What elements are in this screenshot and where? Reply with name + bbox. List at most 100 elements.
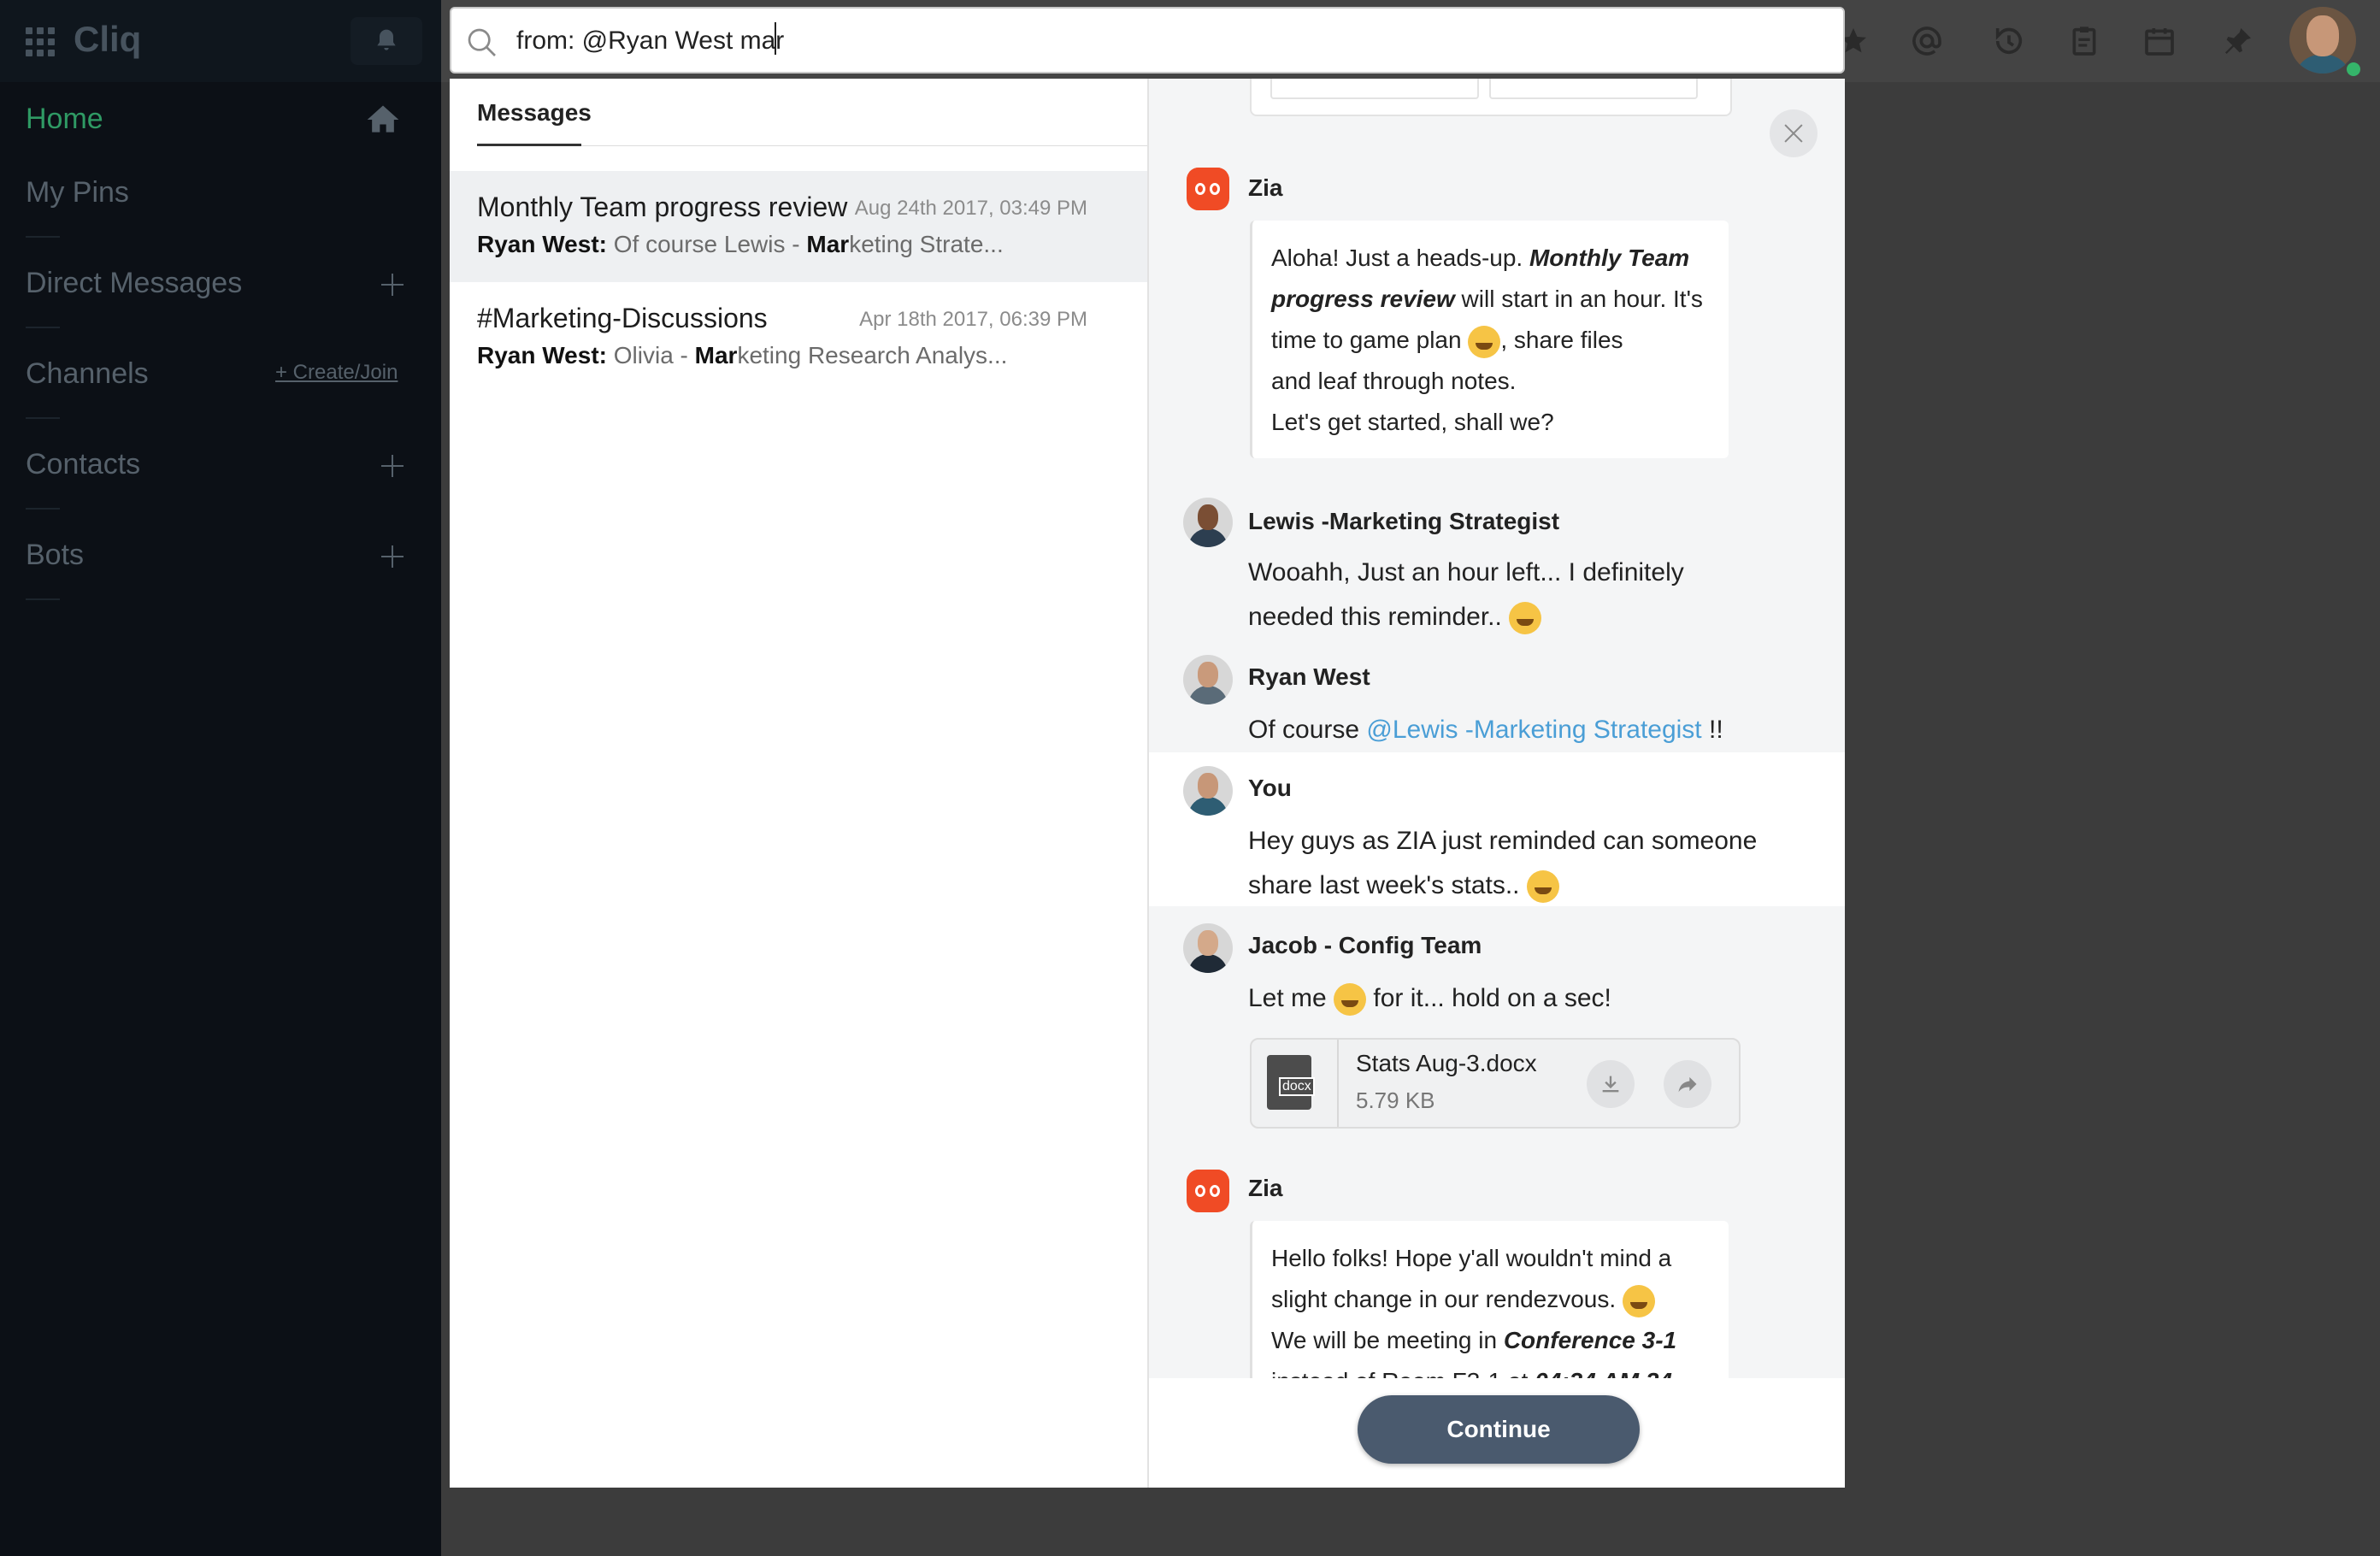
file-ext-label: docx — [1279, 1077, 1315, 1096]
result-title: Monthly Team progress review — [477, 192, 848, 222]
search-input[interactable] — [516, 21, 1799, 62]
tab-active-indicator — [477, 144, 581, 146]
notifications-button[interactable] — [351, 17, 422, 65]
message-line: Hey guys as ZIA just reminded can someon… — [1248, 827, 1758, 855]
message-line: needed this reminder.. — [1248, 595, 1684, 639]
calendar-icon[interactable] — [2142, 24, 2177, 58]
message-line-text: Of course — [1248, 716, 1367, 744]
preview-footer: Continue — [1149, 1378, 1845, 1488]
sidebar-item-my-pins[interactable]: My Pins — [26, 176, 129, 209]
card-text: slight change in our rendezvous. — [1271, 1286, 1617, 1312]
text-caret — [775, 22, 776, 55]
snippet-match: Mar — [806, 231, 850, 257]
search-icon — [468, 28, 496, 56]
card-emphasis: Conference 3-1 — [1503, 1327, 1677, 1353]
sidebar-divider — [26, 236, 60, 238]
result-snippet: Ryan West: Olivia - Marketing Research A… — [477, 342, 1007, 369]
sidebar: Cliq Home My Pins Direct Messages Channe… — [0, 0, 441, 1556]
docx-file-icon: docx — [1267, 1055, 1315, 1110]
download-button[interactable] — [1587, 1060, 1635, 1108]
message-sender: Zia — [1248, 174, 1283, 201]
card-text: will start in an hour. It's — [1454, 286, 1703, 312]
search-bar — [450, 7, 1845, 74]
message-sender: Zia — [1248, 1175, 1283, 1201]
sidebar-item-bots[interactable]: Bots — [26, 539, 84, 572]
message-line-text: share last week's stats.. — [1248, 871, 1520, 899]
snippet-text: keting Strate... — [849, 231, 1004, 257]
card-line: and leaf through notes. — [1271, 368, 1517, 394]
sidebar-divider — [26, 417, 60, 419]
bell-icon — [377, 29, 396, 50]
card-text: time to game plan — [1271, 327, 1462, 353]
card-line: time to game plan , share files — [1271, 320, 1710, 361]
thinking-emoji-icon — [1468, 325, 1501, 358]
my-avatar — [1183, 766, 1233, 816]
message-sender: Lewis -Marketing Strategist — [1248, 508, 1560, 534]
conversation-preview: Zia Aloha! Just a heads-up. Monthly Team… — [1147, 79, 1845, 1488]
grin-emoji-icon — [1526, 870, 1559, 904]
card-text: , share files — [1500, 327, 1623, 353]
lewis-avatar — [1183, 498, 1233, 547]
add-contact-icon[interactable] — [381, 455, 404, 477]
search-result-item[interactable]: Monthly Team progress review Aug 24th 20… — [450, 171, 1147, 282]
file-name: Stats Aug-3.docx — [1356, 1050, 1537, 1076]
ryan-avatar — [1183, 655, 1233, 704]
clipboard-icon[interactable] — [2067, 24, 2101, 58]
zia-avatar — [1187, 1170, 1229, 1212]
message-text: Wooahh, Just an hour left... I definitel… — [1248, 551, 1684, 639]
message-line-text: needed this reminder.. — [1248, 603, 1502, 631]
create-join-channel-link[interactable]: + Create/Join — [275, 361, 398, 385]
mention-icon[interactable] — [1910, 24, 1944, 58]
card-text: Aloha! Just a heads-up. — [1271, 245, 1529, 271]
message-text: Hey guys as ZIA just reminded can someon… — [1248, 819, 1757, 908]
app-grid-icon[interactable] — [26, 27, 55, 56]
search-result-item[interactable]: #Marketing-Discussions Apr 18th 2017, 06… — [450, 282, 1147, 393]
card-line: Let's get started, shall we? — [1271, 409, 1554, 435]
snippet-text: keting Research Analys... — [737, 342, 1008, 368]
search-results-panel: Messages Monthly Team progress review Au… — [450, 79, 1147, 1488]
continue-button[interactable]: Continue — [1358, 1395, 1640, 1464]
file-attachment[interactable]: docx Stats Aug-3.docx 5.79 KB — [1250, 1038, 1741, 1129]
jacob-avatar — [1183, 923, 1233, 973]
add-direct-message-icon[interactable] — [381, 274, 404, 296]
file-divider — [1337, 1040, 1339, 1127]
share-button[interactable] — [1664, 1060, 1711, 1108]
zia-avatar — [1187, 168, 1229, 210]
message-line: share last week's stats.. — [1248, 863, 1757, 908]
forward-arrow-icon — [1678, 1076, 1697, 1093]
sidebar-divider — [26, 598, 60, 600]
sidebar-item-home[interactable]: Home — [26, 103, 103, 136]
card-emphasis: progress review — [1271, 286, 1455, 312]
wink-emoji-icon — [1622, 1284, 1655, 1317]
card-line: slight change in our rendezvous. — [1271, 1279, 1710, 1320]
history-icon[interactable] — [1992, 24, 2026, 58]
card-line: progress review will start in an hour. I… — [1271, 279, 1710, 320]
pin-icon[interactable] — [2221, 24, 2255, 58]
user-mention-link[interactable]: @Lewis -Marketing Strategist — [1366, 716, 1701, 744]
message-text: Let me for it... hold on a sec! — [1248, 976, 1611, 1021]
smile-emoji-icon — [1509, 602, 1542, 635]
result-date: Aug 24th 2017, 03:49 PM — [854, 197, 1087, 220]
message-line: Wooahh, Just an hour left... I definitel… — [1248, 558, 1684, 586]
file-size: 5.79 KB — [1356, 1087, 1435, 1113]
card-line: Hello folks! Hope y'all wouldn't mind a — [1271, 1245, 1672, 1271]
sidebar-item-contacts[interactable]: Contacts — [26, 448, 140, 481]
message-line-text: Let me — [1248, 984, 1334, 1012]
home-icon[interactable] — [364, 101, 402, 139]
searching-emoji-icon — [1334, 983, 1367, 1017]
sidebar-item-direct-messages[interactable]: Direct Messages — [26, 267, 242, 300]
online-status-indicator — [2344, 60, 2363, 79]
snippet-text: Olivia - — [613, 342, 695, 368]
tab-messages[interactable]: Messages — [477, 99, 592, 127]
message-line-text: !! — [1701, 716, 1723, 744]
message-sender: Jacob - Config Team — [1248, 932, 1482, 958]
result-title: #Marketing-Discussions — [477, 303, 768, 333]
sidebar-header: Cliq — [0, 0, 441, 82]
zia-reminder-card: Aloha! Just a heads-up. Monthly Team pro… — [1250, 221, 1729, 458]
add-bot-icon[interactable] — [381, 545, 404, 568]
result-date: Apr 18th 2017, 06:39 PM — [859, 308, 1087, 331]
app-title: Cliq — [74, 19, 142, 59]
close-preview-button[interactable] — [1770, 109, 1817, 157]
sidebar-item-channels[interactable]: Channels — [26, 357, 149, 391]
snippet-text: Of course Lewis - — [613, 231, 807, 257]
